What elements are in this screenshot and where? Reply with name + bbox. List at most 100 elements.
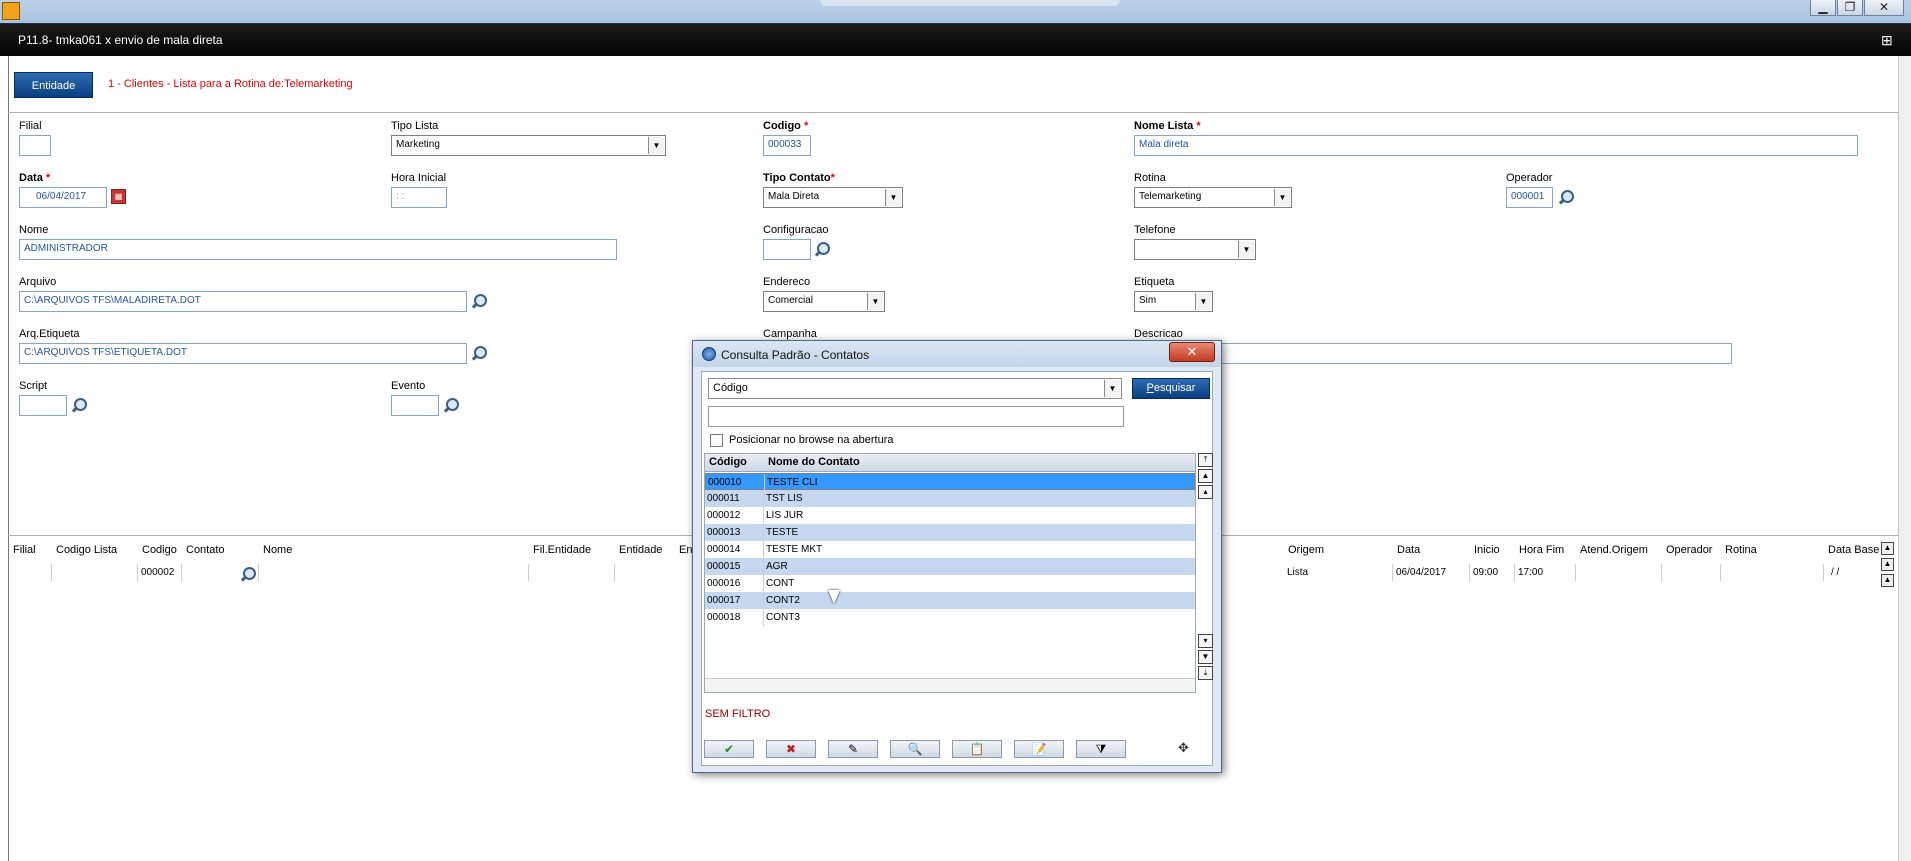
scroll-top-icon[interactable]: ▲ bbox=[1881, 542, 1894, 555]
grid-header-atend-origem[interactable]: Atend.Origem bbox=[1580, 544, 1648, 556]
grid-header-data[interactable]: Data bbox=[1397, 544, 1420, 556]
endereco-select[interactable]: Comercial ▼ bbox=[763, 291, 885, 312]
filter-button[interactable]: ⧩ bbox=[1076, 740, 1126, 758]
evento-input[interactable] bbox=[391, 395, 439, 416]
table-row[interactable]: 000015 AGR bbox=[705, 558, 1195, 575]
grid-cell bbox=[52, 564, 138, 581]
search-icon[interactable] bbox=[443, 397, 459, 413]
search-icon[interactable] bbox=[471, 345, 487, 361]
grid-header-contato[interactable]: Contato bbox=[186, 544, 225, 556]
table-row[interactable]: 000011 TST LIS bbox=[705, 490, 1195, 507]
grid-header-operador[interactable]: Operador bbox=[1666, 544, 1712, 556]
grid-header-filial[interactable]: Filial bbox=[13, 544, 36, 556]
chevron-down-icon: ▼ bbox=[885, 189, 901, 206]
pesquisar-button[interactable]: Pesquisar bbox=[1132, 378, 1210, 399]
main-scrollbar[interactable] bbox=[1898, 56, 1911, 861]
dialog-titlebar: Consulta Padrão - Contatos ✕ bbox=[693, 341, 1221, 367]
confirm-button[interactable]: ✔ bbox=[704, 740, 754, 758]
table-row[interactable]: 000012 LIS JUR bbox=[705, 507, 1195, 524]
grid-header-rotina[interactable]: Rotina bbox=[1725, 544, 1757, 556]
script-input[interactable] bbox=[19, 395, 67, 416]
search-icon[interactable] bbox=[240, 566, 256, 582]
grid-cell-hora-fim[interactable]: 17:00 bbox=[1518, 567, 1543, 578]
column-divider bbox=[764, 474, 765, 491]
tipo-lista-select[interactable]: Marketing ▼ bbox=[391, 135, 666, 156]
scroll-up-icon[interactable]: ▲ bbox=[1881, 574, 1894, 587]
data-input[interactable]: 06/04/2017 bbox=[19, 187, 107, 208]
os-close-button[interactable]: ✕ bbox=[1864, 0, 1904, 16]
codigo-input[interactable]: 000033 bbox=[763, 135, 811, 156]
operador-input[interactable]: 000001 bbox=[1506, 187, 1553, 208]
grid-header-entidade[interactable]: Entidade bbox=[619, 544, 662, 556]
search-input[interactable] bbox=[708, 406, 1124, 427]
search-icon[interactable] bbox=[71, 397, 87, 413]
page-down-icon[interactable]: ▼ bbox=[1198, 650, 1213, 664]
configuracao-input[interactable] bbox=[763, 239, 811, 260]
rotina-select[interactable]: Telemarketing ▼ bbox=[1134, 187, 1292, 208]
telefone-select[interactable]: ▼ bbox=[1134, 239, 1256, 260]
move-icon[interactable]: ✥ bbox=[1178, 740, 1194, 756]
tipo-lista-label: Tipo Lista bbox=[391, 120, 439, 132]
grid-header-nome[interactable]: Nome bbox=[263, 544, 292, 556]
first-record-icon[interactable]: ⤒ bbox=[1198, 453, 1213, 467]
endereco-label: Endereco bbox=[763, 276, 811, 288]
grid-cell-inicio[interactable]: 09:00 bbox=[1473, 567, 1498, 578]
table-row[interactable]: 000014 TESTE MKT bbox=[705, 541, 1195, 558]
etiqueta-select[interactable]: Sim ▼ bbox=[1134, 291, 1213, 312]
minimize-button[interactable]: ▁ bbox=[1810, 0, 1836, 16]
grid-cell-data[interactable]: 06/04/2017 bbox=[1396, 567, 1446, 578]
grid-cell-data-base[interactable]: / / bbox=[1831, 567, 1839, 578]
grid-cell-codigo[interactable]: 000002 bbox=[141, 567, 174, 578]
contacts-table: Código Nome do Contato 000010 TESTE CLI 0… bbox=[704, 453, 1196, 693]
nome-lista-input[interactable]: Mala direta bbox=[1134, 135, 1858, 156]
calendar-icon[interactable]: ▦ bbox=[111, 189, 126, 204]
descricao-input[interactable] bbox=[1134, 343, 1732, 364]
table-row[interactable]: 000018 CONT3 bbox=[705, 609, 1195, 626]
column-header-codigo[interactable]: Código bbox=[709, 456, 747, 468]
table-row[interactable]: 000010 TESTE CLI bbox=[705, 473, 1195, 491]
grid-header-data-base[interactable]: Data Base bbox=[1828, 544, 1879, 556]
grid-header-codigo[interactable]: Codigo bbox=[142, 544, 177, 556]
view-button[interactable]: 🔍 bbox=[890, 740, 940, 758]
nome-input[interactable]: ADMINISTRADOR bbox=[19, 239, 617, 260]
maximize-button[interactable]: ❐ bbox=[1837, 0, 1863, 16]
search-icon[interactable] bbox=[1558, 189, 1574, 205]
row-nome: TESTE MKT bbox=[766, 544, 823, 555]
grid-header-inicio[interactable]: Inicio bbox=[1474, 544, 1500, 556]
arq-etiqueta-input[interactable]: C:\ARQUIVOS TFS\ETIQUETA.DOT bbox=[19, 343, 467, 364]
next-record-icon[interactable]: ▾ bbox=[1198, 634, 1213, 648]
arquivo-input[interactable]: C:\ARQUIVOS TFS\MALADIRETA.DOT bbox=[19, 291, 467, 312]
scroll-page-up-icon[interactable]: ▲ bbox=[1881, 558, 1894, 571]
tipo-contato-select[interactable]: Mala Direta ▼ bbox=[763, 187, 903, 208]
nome-lista-label-text: Nome Lista bbox=[1134, 120, 1194, 132]
prev-record-icon[interactable]: ▴ bbox=[1198, 485, 1213, 499]
filial-input[interactable] bbox=[19, 135, 51, 156]
grid-menu-icon[interactable]: ⊞ bbox=[1881, 32, 1897, 48]
mouse-cursor bbox=[828, 590, 840, 604]
grid-cell-origem[interactable]: Lista bbox=[1287, 567, 1308, 578]
entidade-button[interactable]: Entidade bbox=[14, 72, 93, 98]
grid-header-fil-entidade[interactable]: Fil.Entidade bbox=[533, 544, 591, 556]
grid-header-hora-fim[interactable]: Hora Fim bbox=[1519, 544, 1564, 556]
row-codigo: 000018 bbox=[707, 612, 741, 623]
dialog-close-button[interactable]: ✕ bbox=[1169, 342, 1215, 362]
copy-button[interactable]: 📋 bbox=[952, 740, 1002, 758]
column-header-nome[interactable]: Nome do Contato bbox=[768, 456, 860, 468]
last-record-icon[interactable]: ⤓ bbox=[1198, 666, 1213, 680]
chevron-down-icon: ▼ bbox=[867, 293, 883, 310]
cancel-button[interactable]: ✖ bbox=[766, 740, 816, 758]
search-icon[interactable] bbox=[814, 241, 830, 257]
grid-header-origem[interactable]: Origem bbox=[1288, 544, 1324, 556]
posicionar-checkbox[interactable] bbox=[710, 434, 723, 447]
edit-button[interactable]: ✎ bbox=[828, 740, 878, 758]
page-up-icon[interactable]: ▲ bbox=[1198, 469, 1213, 483]
search-icon[interactable] bbox=[471, 293, 487, 309]
table-row[interactable]: 000016 CONT bbox=[705, 575, 1195, 592]
grid-header-codigo-lista[interactable]: Codigo Lista bbox=[56, 544, 117, 556]
table-row[interactable]: 000013 TESTE bbox=[705, 524, 1195, 541]
hora-inicial-input[interactable]: : : bbox=[391, 187, 447, 208]
table-row[interactable]: 000017 CONT2 bbox=[705, 592, 1195, 609]
search-field-select[interactable]: Código ▼ bbox=[708, 378, 1122, 399]
include-button[interactable]: 📝 bbox=[1014, 740, 1064, 758]
horizontal-scrollbar[interactable] bbox=[705, 678, 1195, 692]
